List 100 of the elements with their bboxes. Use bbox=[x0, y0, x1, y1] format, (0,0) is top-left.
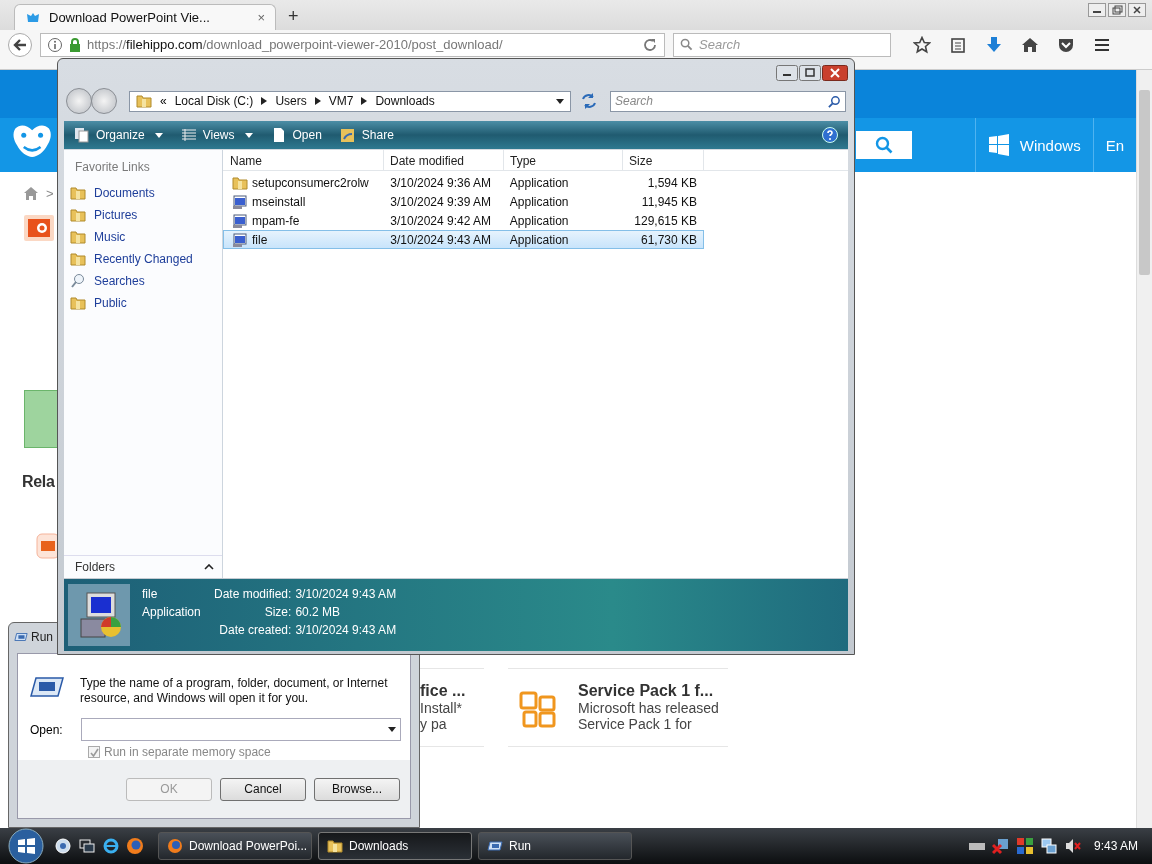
windows-icon[interactable] bbox=[78, 837, 96, 855]
favorite-link[interactable]: Searches bbox=[64, 270, 222, 292]
card-title[interactable]: fice ... bbox=[420, 682, 466, 700]
application-icon bbox=[232, 231, 248, 248]
dropdown-arrow-icon[interactable] bbox=[556, 98, 564, 104]
url-field[interactable]: https://filehippo.com/download_powerpoint-viewer-2010/post_download/ bbox=[40, 32, 665, 57]
share-icon bbox=[339, 127, 356, 143]
favorite-link[interactable]: Recently Changed bbox=[64, 248, 222, 270]
file-row[interactable]: mseinstall 3/10/2024 9:39 AM Application 11,945 KB bbox=[223, 192, 704, 211]
home-icon[interactable] bbox=[1021, 35, 1039, 54]
detail-label: Date created: bbox=[218, 623, 292, 637]
refresh-icon[interactable] bbox=[579, 91, 599, 111]
help-icon[interactable] bbox=[822, 127, 838, 143]
dropdown-arrow-icon bbox=[154, 132, 163, 138]
close-icon[interactable] bbox=[822, 65, 848, 81]
download-icon[interactable] bbox=[985, 35, 1003, 54]
forward-button[interactable] bbox=[91, 88, 117, 114]
close-icon[interactable] bbox=[1128, 3, 1146, 17]
network-warning-icon[interactable] bbox=[991, 837, 1010, 855]
maximize-icon[interactable] bbox=[799, 65, 821, 81]
path-segment[interactable]: Users bbox=[275, 94, 307, 108]
browser-icon[interactable] bbox=[126, 837, 144, 855]
globe-e-icon[interactable] bbox=[102, 837, 120, 855]
path-segment[interactable]: VM7 bbox=[328, 94, 354, 108]
folder-icon bbox=[136, 93, 152, 109]
table-cell-text: 3/10/2024 9:42 AM bbox=[389, 213, 493, 228]
switch-user-icon[interactable] bbox=[54, 837, 72, 855]
detail-value: 60.2 MB bbox=[295, 605, 342, 619]
pages-icon bbox=[74, 127, 90, 143]
favorite-link[interactable]: Documents bbox=[64, 182, 222, 204]
dropdown-arrow-icon bbox=[387, 727, 396, 732]
reading-list-icon[interactable] bbox=[949, 35, 967, 54]
column-header[interactable]: Type bbox=[504, 150, 623, 170]
back-arrow-icon bbox=[12, 36, 28, 53]
restore-icon[interactable] bbox=[1108, 3, 1126, 17]
file-row[interactable]: mpam-fe 3/10/2024 9:42 AM Application 129,615 KB bbox=[223, 211, 704, 230]
window-title: Run bbox=[31, 630, 53, 644]
new-tab-button[interactable]: + bbox=[282, 6, 305, 27]
column-header[interactable]: Size bbox=[623, 150, 704, 170]
table-cell-text: 1,594 KB bbox=[646, 175, 698, 190]
card-text: Install* bbox=[420, 700, 464, 716]
dialog-button[interactable]: Browse... bbox=[314, 777, 400, 801]
scrollbar[interactable] bbox=[1136, 70, 1152, 828]
security-icon[interactable] bbox=[1015, 837, 1034, 855]
file-row[interactable]: setupconsumerc2rolw 3/10/2024 9:36 AM Application 1,594 KB bbox=[223, 173, 704, 192]
taskbar-button[interactable]: Downloads bbox=[318, 832, 472, 860]
reload-icon[interactable] bbox=[642, 36, 658, 53]
dialog-button[interactable]: Cancel bbox=[220, 777, 306, 801]
folders-bar[interactable]: Folders bbox=[64, 555, 222, 578]
info-icon bbox=[47, 36, 63, 53]
browser-tab[interactable]: Download PowerPoint Vie... × bbox=[14, 4, 276, 30]
card-title[interactable]: Service Pack 1 f... bbox=[578, 682, 719, 700]
start-button[interactable] bbox=[8, 828, 44, 864]
windows-logo-icon bbox=[987, 134, 1010, 156]
muted-speaker-icon[interactable] bbox=[1063, 837, 1082, 855]
star-icon[interactable] bbox=[913, 35, 931, 54]
app-tile-icon bbox=[36, 533, 60, 559]
table-cell-text: 61,730 KB bbox=[639, 232, 698, 247]
application-icon bbox=[232, 212, 248, 229]
path-segment[interactable]: Downloads bbox=[375, 94, 435, 108]
address-bar[interactable]: « Local Disk (C:) Users VM7 Downloads bbox=[129, 90, 571, 112]
table-cell-text: 3/10/2024 9:36 AM bbox=[389, 175, 493, 190]
minimize-icon[interactable] bbox=[776, 65, 798, 81]
toolbar-button[interactable]: Organize bbox=[74, 127, 163, 143]
search-icon bbox=[680, 38, 693, 51]
file-row[interactable]: file 3/10/2024 9:43 AM Application 61,730 KB bbox=[223, 230, 704, 249]
back-button[interactable] bbox=[8, 32, 32, 57]
toolbar-button[interactable]: Share bbox=[339, 127, 394, 143]
overflow-chevron[interactable]: « bbox=[160, 94, 167, 108]
chevron-icon[interactable] bbox=[314, 97, 321, 105]
detail-value: 3/10/2024 9:43 AM bbox=[295, 587, 397, 601]
checkbox-label: Run in separate memory space bbox=[104, 745, 271, 759]
taskbar-button[interactable]: Download PowerPoi... bbox=[158, 832, 312, 860]
favorite-link[interactable]: Pictures bbox=[64, 204, 222, 226]
network-icon[interactable] bbox=[1039, 837, 1058, 855]
card-text: Service Pack 1 for bbox=[578, 716, 693, 732]
file-name: file bbox=[252, 232, 268, 247]
file-name: file bbox=[142, 587, 159, 601]
site-search-button[interactable] bbox=[855, 131, 912, 159]
card-text: Microsoft has released bbox=[578, 700, 719, 716]
favorite-link[interactable]: Public bbox=[64, 292, 222, 314]
file-name: mpam-fe bbox=[252, 213, 300, 228]
breadcrumb-separator: > bbox=[46, 186, 54, 201]
run-icon bbox=[487, 838, 503, 854]
column-header[interactable]: Name bbox=[223, 150, 384, 170]
chevron-icon[interactable] bbox=[261, 97, 268, 105]
minimize-icon[interactable] bbox=[1088, 3, 1106, 17]
search-field[interactable]: Search bbox=[610, 90, 846, 112]
favorite-link[interactable]: Music bbox=[64, 226, 222, 248]
taskbar-button[interactable]: Run bbox=[478, 832, 632, 860]
toolbar-button[interactable]: Open bbox=[270, 127, 322, 143]
column-header[interactable]: Date modified bbox=[384, 150, 504, 170]
chevron-icon[interactable] bbox=[361, 97, 368, 105]
download-button[interactable] bbox=[24, 390, 60, 448]
presentation-icon bbox=[24, 213, 54, 243]
close-tab-button[interactable]: × bbox=[257, 10, 265, 25]
run-icon bbox=[30, 676, 64, 698]
path-segment[interactable]: Local Disk (C:) bbox=[174, 94, 254, 108]
table-cell-text: Application bbox=[508, 175, 570, 190]
toolbar-button[interactable]: Views bbox=[180, 127, 253, 143]
